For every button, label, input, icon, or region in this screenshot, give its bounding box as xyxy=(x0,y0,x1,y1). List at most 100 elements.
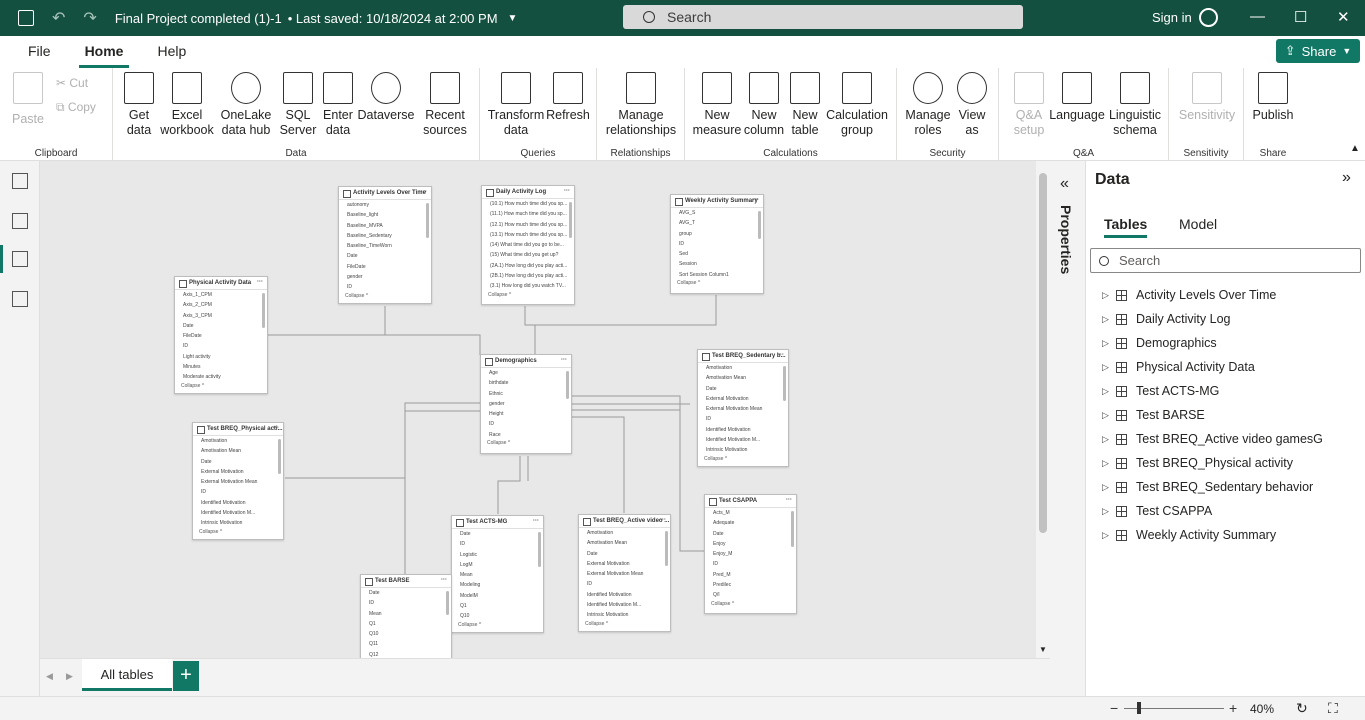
collapse-link[interactable]: Collapse ^ xyxy=(705,601,796,607)
model-field[interactable]: (14) What time did you go to be... xyxy=(482,240,574,250)
enter-data-button[interactable]: Enter data xyxy=(319,72,357,138)
tab-all-tables[interactable]: All tables xyxy=(82,659,172,691)
data-table-item[interactable]: ▷ Test BARSE xyxy=(1086,403,1365,427)
canvas-vertical-scrollbar[interactable]: ▼ xyxy=(1036,161,1050,658)
model-field[interactable]: Amotivation Mean xyxy=(193,446,283,456)
model-field[interactable]: LogM xyxy=(452,560,543,570)
model-field[interactable]: ID xyxy=(452,539,543,549)
model-field[interactable]: ID xyxy=(361,598,451,608)
model-table-card[interactable]: Weekly Activity Summary ··· AVG_S AVG_T grou… xyxy=(670,194,764,294)
refresh-button[interactable]: Refresh xyxy=(544,72,592,123)
data-table-item[interactable]: ▷ Daily Activity Log xyxy=(1086,307,1365,331)
model-table-card[interactable]: Test CSAPPA ··· Acts_M Adequate Date Enjoy Enj… xyxy=(704,494,797,614)
collapse-ribbon-icon[interactable]: ▲ xyxy=(1350,143,1360,154)
model-table-card[interactable]: Demographics ··· Age birthdate Ethnic gender H… xyxy=(480,354,572,454)
model-table-card[interactable]: Activity Levels Over Time ··· autonomy Base… xyxy=(338,186,432,304)
scroll-down-icon[interactable]: ▼ xyxy=(1039,645,1047,654)
model-field[interactable]: Enjoy xyxy=(705,539,796,549)
model-table-card[interactable]: Test BREQ_Active video ... ··· Amotivation… xyxy=(578,514,671,632)
model-field[interactable]: (13.1) How much time did you sp... xyxy=(482,230,574,240)
model-table-card[interactable]: Daily Activity Log ··· (10.1) How much tim… xyxy=(481,185,575,305)
avatar-icon[interactable] xyxy=(1199,8,1218,27)
model-field[interactable]: Modeling xyxy=(452,580,543,590)
model-field[interactable]: ID xyxy=(671,239,763,249)
model-field[interactable]: Identified Motivation M... xyxy=(193,508,283,518)
close-icon[interactable]: ✕ xyxy=(1337,8,1350,26)
model-table-title[interactable]: Daily Activity Log ··· xyxy=(482,186,574,199)
chevron-right-icon[interactable]: ▷ xyxy=(1102,314,1116,325)
model-field[interactable]: group xyxy=(671,229,763,239)
table-card-scrollbar[interactable] xyxy=(566,371,569,399)
reset-layout-icon[interactable]: ↻ xyxy=(1296,700,1308,717)
get-data-button[interactable]: Get data xyxy=(117,72,161,138)
model-field[interactable]: Sort Session Column1 xyxy=(671,270,763,280)
cut-button[interactable]: ✂ Cut xyxy=(56,76,88,90)
table-card-scrollbar[interactable] xyxy=(538,532,541,567)
model-field[interactable]: (12.1) How much time did you sp... xyxy=(482,220,574,230)
model-table-title[interactable]: Test BREQ_Active video ... ··· xyxy=(579,515,670,528)
recent-sources-button[interactable]: Recent sources xyxy=(417,72,473,138)
model-field[interactable]: Intrinsic Motivation xyxy=(698,445,788,455)
model-field[interactable]: (11.1) How much time did you sp... xyxy=(482,209,574,219)
chevron-right-icon[interactable]: ▷ xyxy=(1102,290,1116,301)
model-field[interactable]: (3.1) How long did you watch TV... xyxy=(482,281,574,291)
model-field[interactable]: Intrinsic Motivation xyxy=(579,610,670,620)
new-column-button[interactable]: New column xyxy=(741,72,787,138)
maximize-icon[interactable]: ☐ xyxy=(1294,8,1307,26)
collapse-link[interactable]: Collapse ^ xyxy=(481,440,571,446)
manage-roles-button[interactable]: Manage roles xyxy=(903,72,953,138)
model-field[interactable]: Date xyxy=(339,251,431,261)
model-field[interactable]: Baseline_light xyxy=(339,210,431,220)
model-field[interactable]: Race xyxy=(481,430,571,440)
tab-tables[interactable]: Tables xyxy=(1104,216,1148,238)
qa-setup-button[interactable]: Q&A setup xyxy=(1007,72,1051,138)
chevron-right-icon[interactable]: ▷ xyxy=(1102,530,1116,541)
redo-icon[interactable]: ↷ xyxy=(83,8,96,28)
data-table-item[interactable]: ▷ Test ACTS-MG xyxy=(1086,379,1365,403)
more-options-icon[interactable]: ··· xyxy=(561,357,567,363)
model-field[interactable]: Moderate activity xyxy=(175,372,267,382)
save-icon[interactable] xyxy=(18,10,34,26)
publish-button[interactable]: Publish xyxy=(1248,72,1298,123)
copy-button[interactable]: ⧉ Copy xyxy=(56,100,96,115)
sign-in-link[interactable]: Sign in xyxy=(1152,10,1192,25)
model-field[interactable]: Session xyxy=(671,259,763,269)
model-field[interactable]: Baseline_Sedentary xyxy=(339,231,431,241)
calculation-group-button[interactable]: Calculation group xyxy=(825,72,889,138)
dataverse-button[interactable]: Dataverse xyxy=(357,72,415,123)
model-field[interactable]: Acts_M xyxy=(705,508,796,518)
minimize-icon[interactable]: — xyxy=(1250,8,1265,25)
view-as-button[interactable]: View as xyxy=(955,72,989,138)
expand-properties-icon[interactable]: « xyxy=(1060,175,1069,193)
model-field[interactable]: Identified Motivation M... xyxy=(579,600,670,610)
model-table-title[interactable]: Test BARSE ··· xyxy=(361,575,451,588)
model-table-card[interactable]: Physical Activity Data ··· Axis_1_CPM Axis_… xyxy=(174,276,268,394)
model-field[interactable]: Sed xyxy=(671,249,763,259)
new-table-button[interactable]: New table xyxy=(787,72,823,138)
model-field[interactable]: ID xyxy=(193,487,283,497)
model-table-card[interactable]: Test BREQ_Physical acti... ··· Amotivation… xyxy=(192,422,284,540)
collapse-link[interactable]: Collapse ^ xyxy=(339,293,431,299)
zoom-out-button[interactable]: − xyxy=(1110,700,1118,716)
data-table-item[interactable]: ▷ Activity Levels Over Time xyxy=(1086,283,1365,307)
chevron-right-icon[interactable]: ▷ xyxy=(1102,434,1116,445)
chevron-right-icon[interactable]: ▷ xyxy=(1102,458,1116,469)
linguistic-schema-button[interactable]: Linguistic schema xyxy=(1105,72,1165,138)
model-field[interactable]: Date xyxy=(579,549,670,559)
transform-data-button[interactable]: Transform data xyxy=(486,72,546,138)
undo-icon[interactable]: ↶ xyxy=(52,8,65,28)
more-options-icon[interactable]: ··· xyxy=(786,497,792,503)
model-field[interactable]: Q/I xyxy=(705,590,796,600)
table-card-scrollbar[interactable] xyxy=(783,366,786,401)
share-button[interactable]: ⇪ Share ▼ xyxy=(1276,39,1360,63)
table-card-scrollbar[interactable] xyxy=(665,531,668,566)
model-field[interactable]: Baseline_MVPA xyxy=(339,221,431,231)
title-dropdown-icon[interactable]: ▼ xyxy=(508,13,518,24)
menu-help[interactable]: Help xyxy=(151,36,192,68)
table-card-scrollbar[interactable] xyxy=(569,202,572,238)
chevron-right-icon[interactable]: ▷ xyxy=(1102,362,1116,373)
model-field[interactable]: Q12 xyxy=(361,650,451,658)
model-field[interactable]: Q10 xyxy=(452,611,543,621)
model-field[interactable]: FileDate xyxy=(175,331,267,341)
data-table-item[interactable]: ▷ Test BREQ_Active video gamesG xyxy=(1086,427,1365,451)
